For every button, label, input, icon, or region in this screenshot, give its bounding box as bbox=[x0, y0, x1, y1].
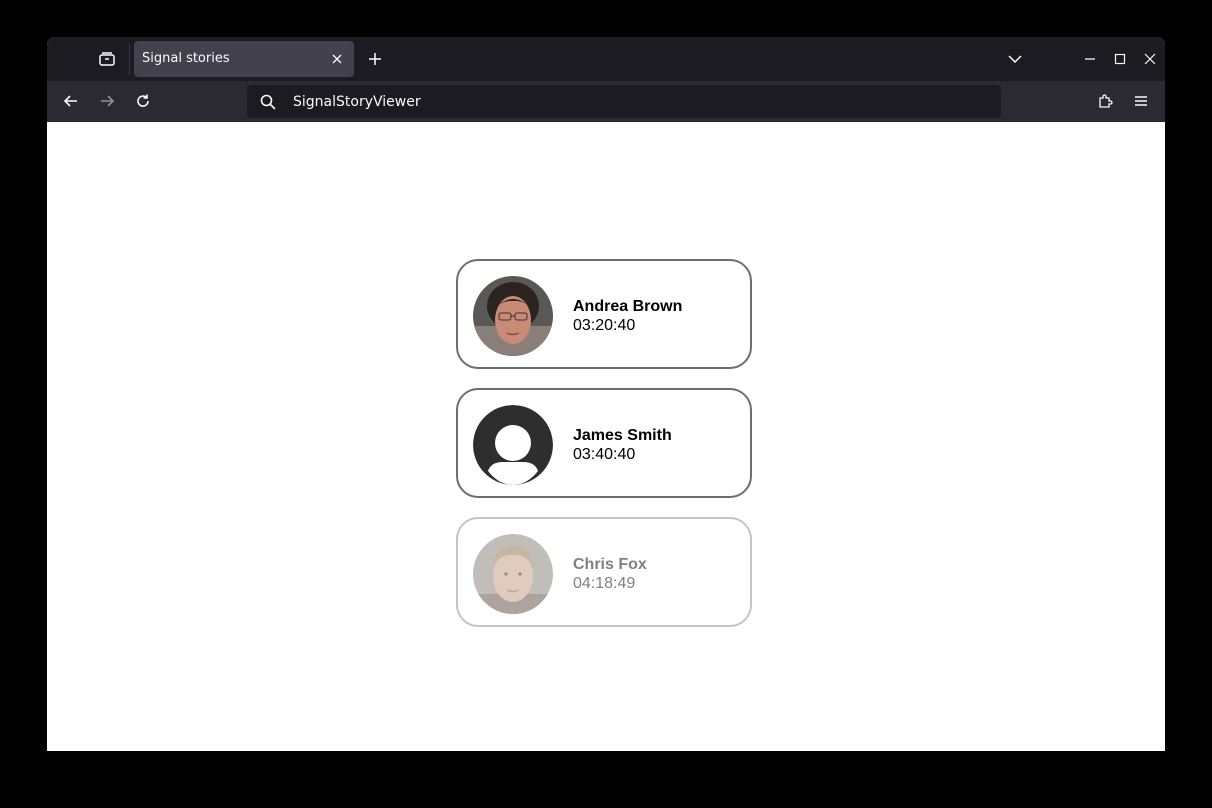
tab-signal-stories[interactable]: Signal stories bbox=[134, 41, 354, 77]
menu-icon[interactable] bbox=[1129, 89, 1153, 113]
reload-icon[interactable] bbox=[131, 89, 155, 113]
tab-divider bbox=[129, 43, 130, 75]
back-arrow-icon[interactable] bbox=[59, 89, 83, 113]
story-name: Andrea Brown bbox=[573, 298, 683, 315]
maximize-icon[interactable] bbox=[1110, 49, 1130, 69]
tab-strip: Signal stories bbox=[47, 37, 1165, 81]
close-tab-icon[interactable] bbox=[328, 50, 346, 68]
url-bar[interactable]: SignalStoryViewer bbox=[247, 85, 1001, 118]
search-icon bbox=[260, 94, 276, 110]
story-card[interactable]: James Smith 03:40:40 bbox=[456, 388, 752, 498]
close-window-icon[interactable] bbox=[1140, 49, 1160, 69]
story-time: 03:40:40 bbox=[573, 446, 636, 463]
url-text: SignalStoryViewer bbox=[293, 94, 421, 110]
extensions-icon[interactable] bbox=[1093, 89, 1117, 113]
avatar bbox=[473, 276, 553, 356]
avatar bbox=[473, 534, 553, 614]
tab-title: Signal stories bbox=[142, 51, 230, 66]
default-person-icon bbox=[473, 405, 553, 485]
page-content: Andrea Brown 03:20:40 James Smith 03:40:… bbox=[47, 122, 1165, 751]
new-tab-icon[interactable] bbox=[365, 49, 385, 69]
story-time: 03:20:40 bbox=[573, 317, 636, 334]
story-name: James Smith bbox=[573, 427, 672, 444]
story-time: 04:18:49 bbox=[573, 575, 636, 592]
navigation-toolbar: SignalStoryViewer bbox=[47, 81, 1165, 122]
story-name: Chris Fox bbox=[573, 556, 647, 573]
sidebar-toggle-icon[interactable] bbox=[95, 47, 119, 71]
forward-arrow-icon[interactable] bbox=[95, 89, 119, 113]
browser-window: Signal stories SignalStoryViewer Andrea … bbox=[47, 37, 1165, 751]
story-card[interactable]: Andrea Brown 03:20:40 bbox=[456, 259, 752, 369]
story-card[interactable]: Chris Fox 04:18:49 bbox=[456, 517, 752, 627]
minimize-icon[interactable] bbox=[1080, 49, 1100, 69]
chevron-down-icon[interactable] bbox=[1005, 49, 1025, 69]
